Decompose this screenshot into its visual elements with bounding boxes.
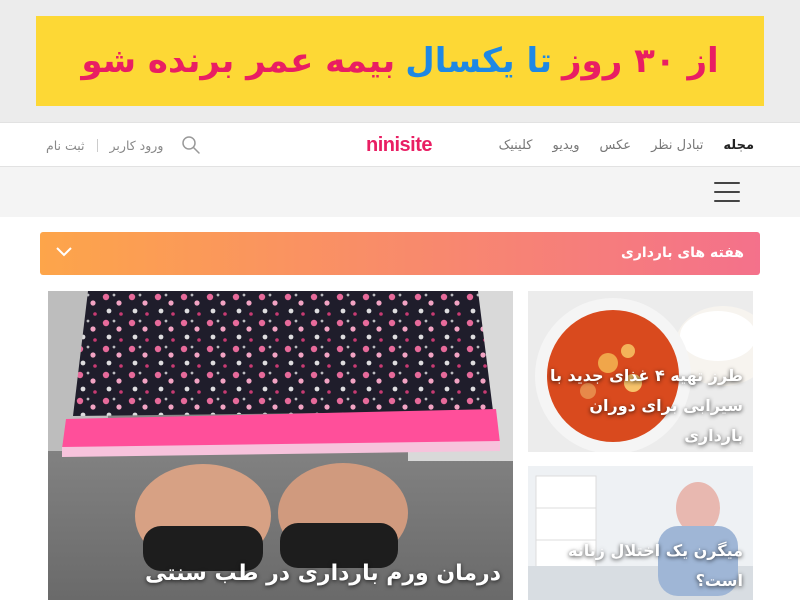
- article-title: درمان ورم بارداری در طب سنتی: [144, 561, 501, 586]
- nav-item-forum[interactable]: تبادل نظر: [651, 138, 703, 153]
- search-icon[interactable]: [181, 135, 201, 155]
- nav-item-video[interactable]: ویدیو: [552, 138, 579, 153]
- article-title: میگرن یک اختلال زنانه است؟: [568, 541, 743, 590]
- hamburger-menu-icon[interactable]: [714, 182, 740, 202]
- ad-text-part-3: بیمه عمر برنده شو: [81, 41, 396, 81]
- nav-item-photo[interactable]: عکس: [600, 138, 632, 153]
- insurance-ad-banner[interactable]: از ۳۰ روز تا یکسال بیمه عمر برنده شو: [36, 16, 764, 106]
- menu-bar: [0, 167, 800, 217]
- article-title: طرز تهیه ۴ غذای جدید با سیرابی برای دورا…: [549, 366, 743, 445]
- featured-article-card[interactable]: درمان ورم بارداری در طب سنتی: [48, 291, 513, 600]
- ad-text-part-2: تا یکسال: [405, 41, 552, 81]
- divider: [96, 138, 98, 152]
- top-navbar: مجله تبادل نظر عکس ویدیو کلینیک ninisite…: [0, 122, 800, 167]
- signup-link[interactable]: ثبت نام: [46, 138, 85, 153]
- nav-item-clinic[interactable]: کلینیک: [499, 138, 533, 153]
- chevron-down-icon: [56, 247, 72, 257]
- nav-item-magazine[interactable]: مجله: [723, 138, 754, 153]
- main-nav: مجله تبادل نظر عکس ویدیو کلینیک: [499, 123, 754, 167]
- login-link[interactable]: ورود کاربر: [110, 138, 164, 153]
- pregnancy-weeks-dropdown[interactable]: هفته های بارداری: [40, 232, 760, 275]
- site-logo[interactable]: ninisite: [366, 123, 433, 167]
- auth-links: ثبت نام ورود کاربر: [46, 123, 201, 167]
- pregnancy-weeks-label: هفته های بارداری: [621, 245, 744, 261]
- article-photo: [48, 291, 513, 600]
- ad-area: از ۳۰ روز تا یکسال بیمه عمر برنده شو: [0, 0, 800, 122]
- ad-text-part-1: از ۳۰ روز: [561, 41, 719, 81]
- side-article-card[interactable]: میگرن یک اختلال زنانه است؟: [528, 466, 753, 600]
- side-article-card[interactable]: طرز تهیه ۴ غذای جدید با سیرابی برای دورا…: [528, 291, 753, 452]
